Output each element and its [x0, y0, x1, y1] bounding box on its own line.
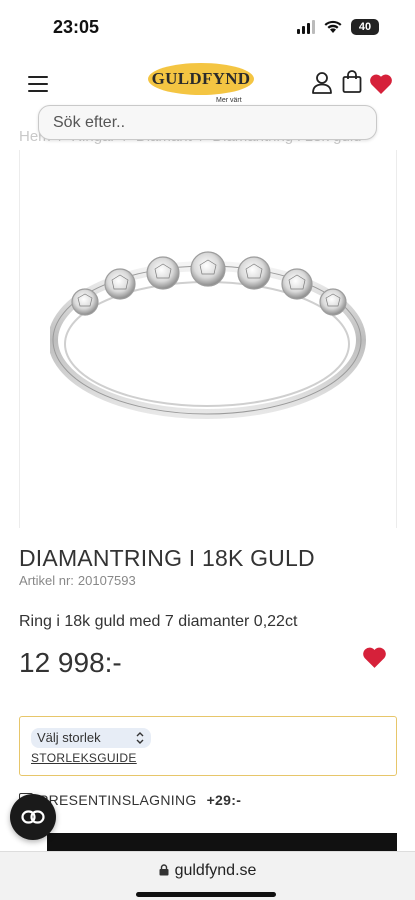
cellular-signal-icon [297, 20, 315, 34]
guldfynd-logo[interactable]: GULDFYND Mer värt [148, 63, 254, 109]
product-image-panel[interactable] [19, 150, 397, 528]
shopping-bag-icon[interactable] [342, 70, 362, 94]
lock-icon [159, 864, 169, 876]
url-display: guldfynd.se [0, 862, 415, 880]
link-icon [21, 810, 45, 824]
user-icon[interactable] [311, 71, 333, 95]
menu-icon[interactable] [28, 76, 48, 92]
status-icons: 40 [297, 19, 379, 35]
product-image-ring [50, 251, 366, 419]
article-label: Artikel nr: [19, 573, 74, 588]
home-indicator [136, 892, 276, 897]
heart-icon[interactable] [369, 73, 393, 95]
product-price: 12 998:- [19, 647, 122, 678]
battery-indicator: 40 [351, 19, 379, 35]
url-text: guldfynd.se [174, 862, 257, 879]
size-select[interactable]: Välj storlek [31, 728, 151, 748]
gift-wrap-price: +29:- [206, 792, 242, 808]
product-title: DIAMANTRING I 18K GULD [19, 545, 315, 571]
product-description: Ring i 18k guld med 7 diamanter 0,22ct [19, 613, 298, 630]
favorite-heart-icon[interactable] [362, 646, 387, 669]
status-time: 23:05 [53, 17, 100, 37]
search-bar [38, 105, 377, 140]
article-number-line: Artikel nr: 20107593 [19, 573, 136, 588]
gift-wrap-label: PRESENTINSLAGNING [39, 792, 197, 808]
wifi-icon [324, 20, 342, 33]
chat-float-button[interactable] [10, 794, 56, 840]
browser-url-bar[interactable]: guldfynd.se [0, 851, 415, 900]
size-select-value: Välj storlek [37, 730, 101, 745]
logo-tagline: Mer värt [216, 97, 242, 104]
search-input[interactable] [39, 106, 376, 139]
logo-text: GULDFYND [148, 63, 254, 95]
chevron-up-down-icon [136, 732, 144, 744]
article-number: 20107593 [77, 573, 136, 588]
product-options-box: Välj storlek STORLEKSGUIDE [19, 716, 397, 776]
add-to-cart-button[interactable] [47, 833, 397, 851]
size-guide-link[interactable]: STORLEKSGUIDE [31, 751, 137, 765]
status-bar: 23:05 40 [0, 0, 415, 56]
